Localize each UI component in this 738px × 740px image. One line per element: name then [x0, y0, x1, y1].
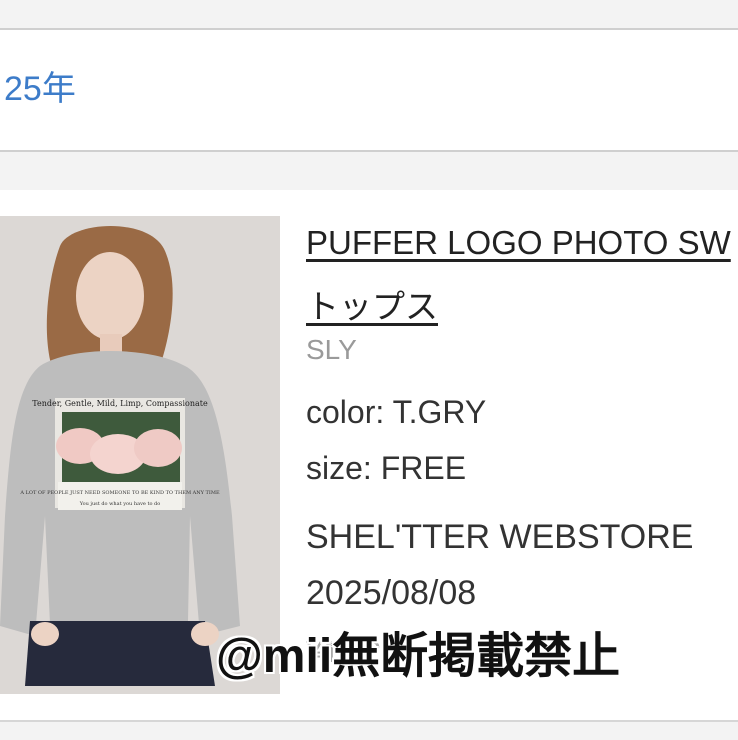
top-separator — [0, 0, 738, 30]
date-label: 2025/08/08 — [306, 574, 477, 612]
brand-label: SLY — [306, 334, 357, 365]
product-title-link[interactable]: PUFFER LOGO PHOTO SW — [306, 224, 731, 262]
watermark-overlay: @mii無断掲載禁止 — [216, 630, 621, 683]
store-label: SHEL'TTER WEBSTORE — [306, 518, 694, 556]
section-divider — [0, 150, 738, 192]
print-text-top: Tender, Gentle, Mild, Limp, Compassionat… — [32, 399, 208, 408]
size-label: size: FREE — [306, 450, 467, 486]
year-label[interactable]: 25年 — [4, 72, 76, 106]
category-link[interactable]: トップス — [306, 280, 438, 328]
print-text-middle: A LOT OF PEOPLE JUST NEED SOMEONE TO BE … — [19, 490, 220, 496]
print-text-bottom: You just do what you have to do — [79, 501, 161, 507]
color-label: color: T.GRY — [306, 394, 487, 430]
bottom-separator — [0, 720, 738, 740]
year-row[interactable] — [0, 30, 738, 150]
